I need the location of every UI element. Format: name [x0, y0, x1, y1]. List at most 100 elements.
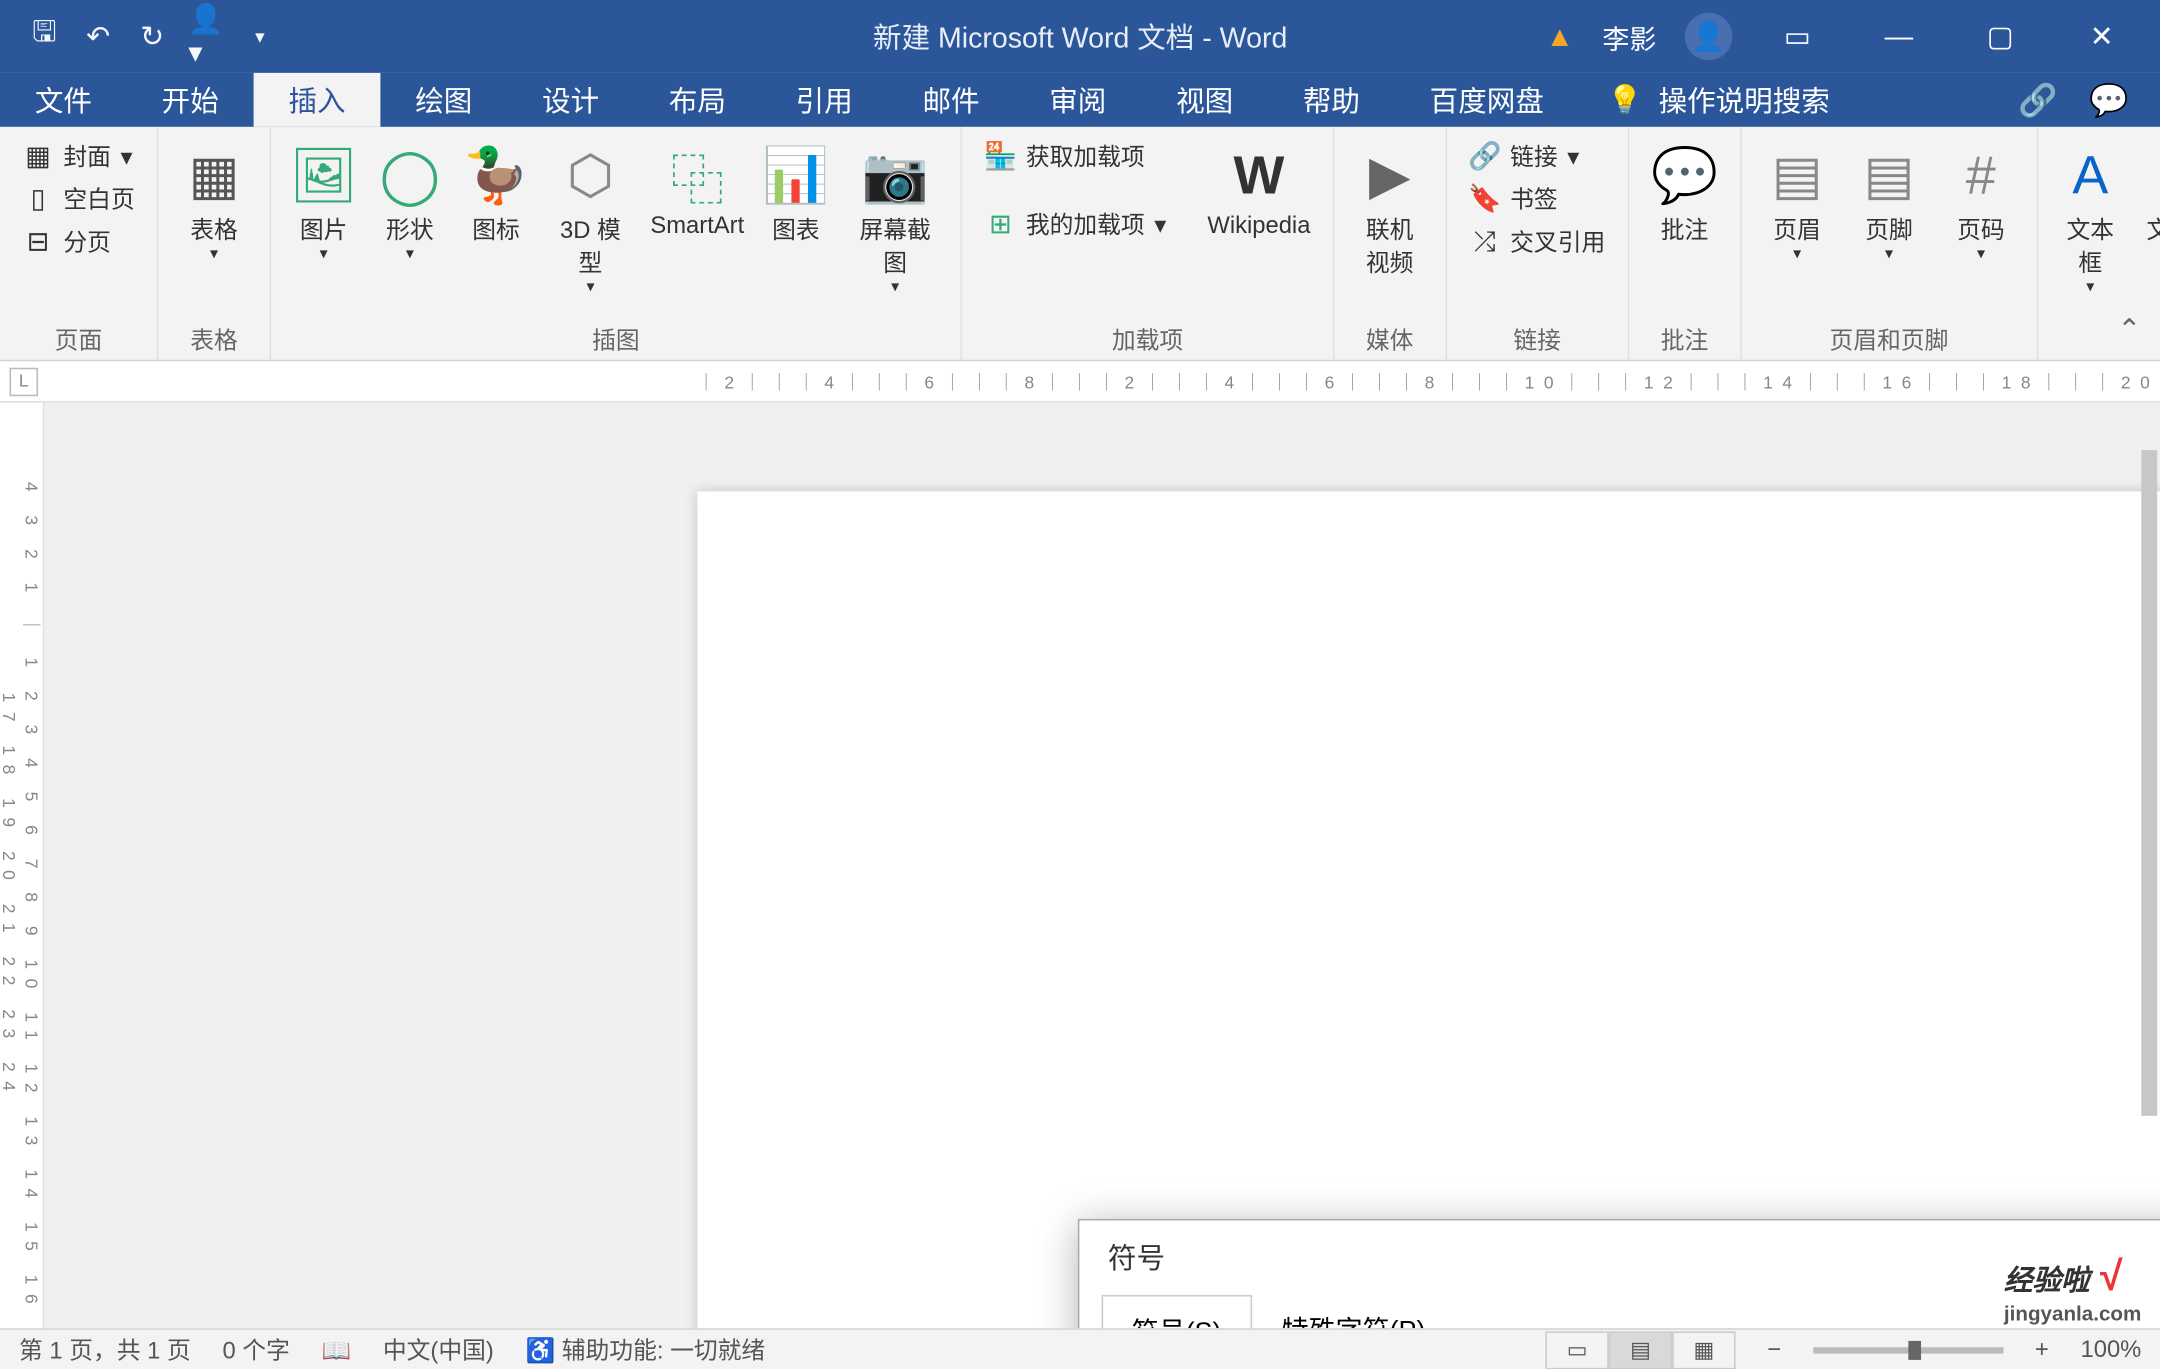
vertical-scrollbar[interactable]: [2141, 450, 2157, 1116]
ruler-corner[interactable]: L: [10, 368, 39, 397]
group-headerfooter: ▤页眉▾ ▤页脚▾ #页码▾ 页眉和页脚: [1742, 127, 2038, 360]
shapes-button[interactable]: ◯形状▾: [370, 136, 450, 269]
tab-layout[interactable]: 布局: [634, 73, 761, 127]
video-icon: ▶: [1356, 143, 1423, 210]
comments-icon[interactable]: 💬: [2089, 80, 2128, 120]
group-links: 🔗链接 ▾ 🔖书签 ⤮交叉引用 链接: [1447, 127, 1629, 360]
watermark: 经验啦 √ jingyanla.com: [2004, 1252, 2141, 1325]
group-comments: 💬批注 批注: [1629, 127, 1742, 360]
chart-button[interactable]: 📊图表: [756, 136, 836, 252]
bookmark-button[interactable]: 🔖书签: [1459, 179, 1614, 219]
save-icon[interactable]: 🖫: [29, 21, 61, 53]
tab-symbols[interactable]: 符号(S): [1102, 1295, 1252, 1328]
addins-icon: ⊞: [985, 208, 1017, 240]
smartart-icon: ⿻: [664, 143, 731, 210]
quickparts-icon: ▤: [2149, 143, 2160, 210]
tab-file[interactable]: 文件: [0, 73, 127, 127]
close-button[interactable]: ✕: [2065, 0, 2138, 73]
tab-baidu[interactable]: 百度网盘: [1395, 73, 1579, 127]
link-button[interactable]: 🔗链接 ▾: [1459, 136, 1614, 176]
ribbon-display-icon[interactable]: ▭: [1761, 0, 1834, 73]
zoom-out-button[interactable]: −: [1767, 1336, 1781, 1363]
group-tables: ▦表格▾ 表格: [159, 127, 272, 360]
title-bar: 🖫 ↶ ↻ 👤▾ ▾ 新建 Microsoft Word 文档 - Word ▲…: [0, 0, 2160, 73]
online-video-button[interactable]: ▶联机视频: [1347, 136, 1433, 285]
my-addins-button[interactable]: ⊞我的加载项 ▾: [975, 204, 1176, 244]
get-addins-button[interactable]: 🏪获取加载项: [975, 136, 1176, 176]
icons-button[interactable]: 🦆图标: [456, 136, 536, 252]
horizontal-ruler[interactable]: L ｜2｜｜｜4｜｜｜6｜｜｜8｜｜｜2｜｜｜4｜｜｜6｜｜｜8｜｜｜10｜｜｜…: [0, 361, 2160, 402]
screenshot-icon: 📷: [862, 143, 929, 210]
picture-icon: 🖼: [290, 143, 357, 210]
pictures-button[interactable]: 🖼图片▾: [284, 136, 364, 269]
status-page[interactable]: 第 1 页，共 1 页: [19, 1333, 191, 1366]
avatar[interactable]: 👤: [1685, 13, 1733, 61]
document-area: 4 3 2 1 ｜ 1 2 3 4 5 6 7 8 9 10 11 12 13 …: [0, 403, 2160, 1329]
view-focus-button[interactable]: ▭: [1546, 1331, 1609, 1369]
qat-more-icon[interactable]: ▾: [244, 21, 276, 53]
cube-icon: ⬡: [557, 143, 624, 210]
tab-design[interactable]: 设计: [507, 73, 634, 127]
vertical-ruler[interactable]: 4 3 2 1 ｜ 1 2 3 4 5 6 7 8 9 10 11 12 13 …: [0, 403, 44, 1329]
cross-reference-button[interactable]: ⤮交叉引用: [1459, 222, 1614, 262]
cover-icon: ▦: [22, 140, 54, 172]
cover-page-button[interactable]: ▦封面 ▾: [13, 136, 145, 176]
warning-icon[interactable]: ▲: [1546, 20, 1574, 53]
window-title: 新建 Microsoft Word 文档 - Word: [873, 16, 1287, 57]
tab-review[interactable]: 审阅: [1014, 73, 1141, 127]
redo-icon[interactable]: ↻: [136, 21, 168, 53]
account-icon[interactable]: 👤▾: [190, 21, 222, 53]
zoom-level[interactable]: 100%: [2081, 1336, 2142, 1363]
3dmodel-button[interactable]: ⬡3D 模型▾: [542, 136, 638, 302]
user-name: 李影: [1602, 17, 1656, 57]
tab-references[interactable]: 引用: [761, 73, 888, 127]
document-page[interactable]: [697, 491, 2160, 1328]
zoom-in-button[interactable]: +: [2035, 1336, 2049, 1363]
group-illustrations: 🖼图片▾ ◯形状▾ 🦆图标 ⬡3D 模型▾ ⿻SmartArt 📊图表 📷屏幕截…: [271, 127, 962, 360]
view-web-button[interactable]: ▦: [1672, 1331, 1735, 1369]
comment-icon: 💬: [1651, 143, 1718, 210]
tab-help[interactable]: 帮助: [1268, 73, 1395, 127]
page-break-button[interactable]: ⊟分页: [13, 222, 145, 262]
status-words[interactable]: 0 个字: [222, 1333, 289, 1366]
header-button[interactable]: ▤页眉▾: [1754, 136, 1840, 269]
comment-button[interactable]: 💬批注: [1642, 136, 1728, 252]
view-print-button[interactable]: ▤: [1609, 1331, 1672, 1369]
icons-icon: 🦆: [463, 143, 530, 210]
maximize-button[interactable]: ▢: [1964, 0, 2037, 73]
undo-icon[interactable]: ↶: [82, 21, 114, 53]
wikipedia-button[interactable]: WWikipedia: [1198, 136, 1320, 245]
tell-me-label: 操作说明搜索: [1659, 79, 1830, 120]
pagenum-icon: #: [1948, 143, 2015, 210]
tab-special-chars[interactable]: 特殊字符(P): [1252, 1293, 1456, 1328]
tab-view[interactable]: 视图: [1141, 73, 1268, 127]
tell-me-search[interactable]: 💡 操作说明搜索: [1579, 73, 1830, 127]
break-icon: ⊟: [22, 226, 54, 258]
table-button[interactable]: ▦表格▾: [171, 136, 257, 269]
tab-insert[interactable]: 插入: [254, 73, 381, 127]
status-language[interactable]: 中文(中国): [383, 1333, 494, 1366]
link-icon: 🔗: [1469, 140, 1501, 172]
pagenum-button[interactable]: #页码▾: [1938, 136, 2024, 269]
footer-button[interactable]: ▤页脚▾: [1846, 136, 1932, 269]
textbox-icon: A: [2057, 143, 2124, 210]
tab-home[interactable]: 开始: [127, 73, 254, 127]
share-icon[interactable]: 🔗: [2018, 80, 2057, 120]
status-proofing-icon[interactable]: 📖: [322, 1335, 352, 1364]
tab-mailings[interactable]: 邮件: [888, 73, 1015, 127]
ribbon: ▦封面 ▾ ▯空白页 ⊟分页 页面 ▦表格▾ 表格 🖼图片▾ ◯形状▾ 🦆图标 …: [0, 127, 2160, 362]
dialog-tabs: 符号(S) 特殊字符(P): [1079, 1293, 2160, 1328]
smartart-button[interactable]: ⿻SmartArt: [645, 136, 750, 245]
bookmark-icon: 🔖: [1469, 183, 1501, 215]
status-a11y[interactable]: ♿ 辅助功能: 一切就绪: [526, 1333, 766, 1366]
tab-draw[interactable]: 绘图: [380, 73, 507, 127]
blank-page-button[interactable]: ▯空白页: [13, 179, 145, 219]
minimize-button[interactable]: —: [1862, 0, 1935, 73]
zoom-slider[interactable]: [1813, 1346, 2003, 1352]
wikipedia-icon: W: [1226, 143, 1293, 210]
quickparts-button[interactable]: ▤文档部件▾: [2136, 136, 2160, 302]
collapse-ribbon-icon[interactable]: ⌃: [2117, 314, 2141, 347]
screenshot-button[interactable]: 📷屏幕截图▾: [842, 136, 948, 302]
textbox-button[interactable]: A文本框▾: [2051, 136, 2130, 302]
symbol-dialog: 符号 ? ✕ 符号(S) 特殊字符(P) 字体(F): Wingdings 2 …: [1078, 1219, 2160, 1328]
